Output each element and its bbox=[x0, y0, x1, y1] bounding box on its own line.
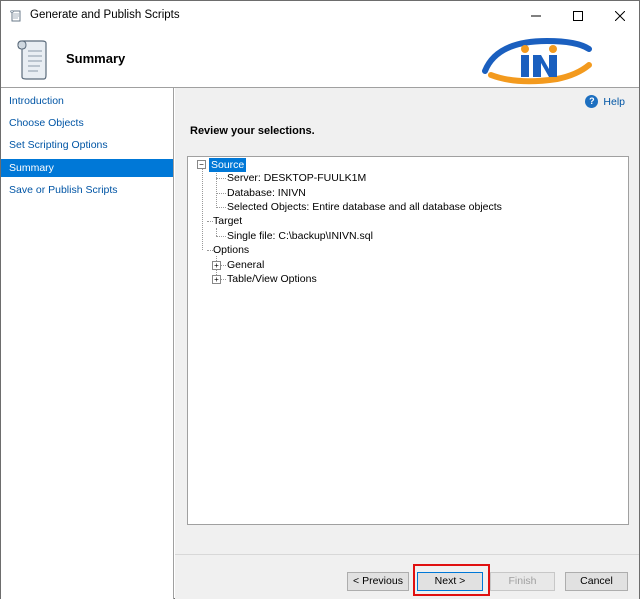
footer-divider bbox=[175, 554, 639, 555]
minimize-icon bbox=[531, 15, 541, 17]
main-panel: ? Help Review your selections. − Source … bbox=[175, 88, 639, 599]
window-title: Generate and Publish Scripts bbox=[30, 9, 180, 21]
tree-connector bbox=[216, 178, 226, 179]
sidebar-item-introduction[interactable]: Introduction bbox=[1, 92, 173, 110]
tree-connector bbox=[216, 228, 217, 236]
maximize-icon bbox=[573, 11, 583, 21]
tree-node-database[interactable]: Database: INIVN bbox=[227, 186, 306, 200]
review-heading: Review your selections. bbox=[190, 125, 315, 137]
summary-tree[interactable]: − Source Server: DESKTOP-FUULK1M Databas… bbox=[187, 156, 629, 525]
cancel-button[interactable]: Cancel bbox=[565, 572, 628, 591]
tree-connector bbox=[221, 265, 226, 266]
collapse-icon[interactable]: − bbox=[197, 160, 206, 169]
expand-icon[interactable]: + bbox=[212, 275, 221, 284]
scroll-icon bbox=[10, 10, 21, 22]
sidebar-item-save-or-publish-scripts[interactable]: Save or Publish Scripts bbox=[1, 181, 173, 199]
close-button[interactable] bbox=[597, 1, 640, 31]
close-icon bbox=[615, 11, 625, 21]
tree-node-general[interactable]: General bbox=[227, 258, 264, 272]
expand-icon[interactable]: + bbox=[212, 261, 221, 270]
previous-button[interactable]: < Previous bbox=[347, 572, 409, 591]
help-icon: ? bbox=[585, 95, 599, 108]
next-button-highlight-box bbox=[413, 564, 490, 596]
wizard-steps-sidebar: Introduction Choose Objects Set Scriptin… bbox=[1, 88, 174, 599]
tree-node-options[interactable]: Options bbox=[213, 243, 249, 257]
help-link[interactable]: ? Help bbox=[585, 95, 625, 108]
minimize-button[interactable] bbox=[513, 1, 559, 31]
tree-connector bbox=[216, 236, 226, 237]
finish-button[interactable]: Finish bbox=[490, 572, 555, 591]
tree-node-table-view-options[interactable]: Table/View Options bbox=[227, 272, 317, 286]
wizard-header: Summary bbox=[1, 31, 639, 87]
sidebar-item-choose-objects[interactable]: Choose Objects bbox=[1, 114, 173, 132]
scroll-icon bbox=[17, 40, 47, 80]
help-label: Help bbox=[603, 95, 625, 108]
tree-connector bbox=[216, 207, 226, 208]
sidebar-item-set-scripting-options[interactable]: Set Scripting Options bbox=[1, 136, 173, 154]
sidebar-item-summary[interactable]: Summary bbox=[1, 159, 173, 177]
tree-node-server[interactable]: Server: DESKTOP-FUULK1M bbox=[227, 171, 366, 185]
tree-connector bbox=[202, 167, 203, 250]
ini-logo-icon bbox=[482, 37, 592, 85]
tree-node-target[interactable]: Target bbox=[213, 214, 242, 228]
tree-node-source[interactable]: Source bbox=[209, 158, 247, 172]
tree-connector bbox=[221, 279, 226, 280]
page-title: Summary bbox=[66, 51, 126, 66]
title-bar: Generate and Publish Scripts bbox=[1, 1, 639, 31]
tree-node-selected-objects[interactable]: Selected Objects: Entire database and al… bbox=[227, 200, 502, 214]
tree-node-single-file[interactable]: Single file: C:\backup\INIVN.sql bbox=[227, 229, 373, 243]
generate-publish-scripts-dialog: Generate and Publish Scripts Summary Int… bbox=[0, 0, 640, 599]
tree-connector bbox=[216, 171, 217, 208]
maximize-button[interactable] bbox=[555, 1, 601, 31]
tree-connector bbox=[216, 193, 226, 194]
